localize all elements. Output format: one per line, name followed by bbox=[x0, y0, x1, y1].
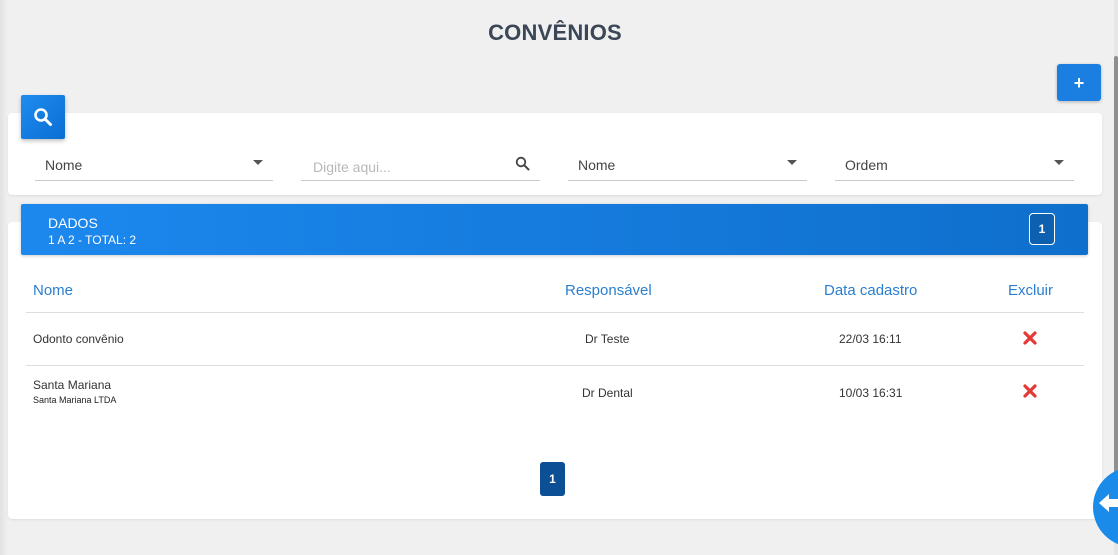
search-toggle-button[interactable] bbox=[21, 95, 65, 139]
page-title: CONVÊNIOS bbox=[488, 20, 622, 45]
sort-field-label: Nome bbox=[578, 157, 616, 173]
column-header-data-cadastro[interactable]: Data cadastro bbox=[824, 282, 917, 299]
data-summary: 1 A 2 - TOTAL: 2 bbox=[48, 233, 137, 247]
search-icon[interactable] bbox=[515, 156, 530, 171]
left-shadow bbox=[0, 0, 8, 555]
row-responsavel: Dr Dental bbox=[582, 386, 633, 400]
dropdown-caret-icon bbox=[253, 160, 263, 165]
search-field[interactable] bbox=[301, 150, 540, 181]
add-button[interactable]: + bbox=[1057, 64, 1101, 101]
header-divider bbox=[26, 312, 1084, 313]
sort-field-select[interactable]: Nome bbox=[568, 150, 807, 181]
back-arrow-icon bbox=[1099, 494, 1118, 512]
search-input[interactable] bbox=[311, 155, 505, 179]
scrollbar-thumb[interactable] bbox=[1114, 56, 1118, 476]
dropdown-caret-icon bbox=[1054, 160, 1064, 165]
page-badge[interactable]: 1 bbox=[1029, 213, 1055, 245]
filter-field-select[interactable]: Nome bbox=[35, 150, 273, 181]
row-data: 10/03 16:31 bbox=[839, 386, 903, 400]
row-name: Santa Mariana bbox=[33, 378, 112, 392]
row-subtitle: Santa Mariana LTDA bbox=[33, 395, 117, 405]
row-name: Odonto convênio bbox=[33, 332, 124, 346]
order-select[interactable]: Ordem bbox=[835, 150, 1074, 181]
column-header-nome[interactable]: Nome bbox=[33, 282, 73, 299]
row-divider bbox=[26, 365, 1084, 366]
row-responsavel: Dr Teste bbox=[585, 332, 630, 346]
order-label: Ordem bbox=[845, 157, 888, 173]
delete-x-icon[interactable] bbox=[1022, 383, 1038, 399]
delete-x-icon[interactable] bbox=[1022, 330, 1038, 346]
data-title: DADOS bbox=[48, 215, 98, 231]
data-header: DADOS 1 A 2 - TOTAL: 2 1 bbox=[21, 204, 1088, 255]
column-header-responsavel[interactable]: Responsável bbox=[565, 282, 652, 299]
dropdown-caret-icon bbox=[787, 160, 797, 165]
row-data: 22/03 16:11 bbox=[839, 332, 902, 346]
filter-field-label: Nome bbox=[45, 157, 83, 173]
search-icon bbox=[34, 108, 52, 126]
pagination-page-button[interactable]: 1 bbox=[540, 462, 565, 496]
column-header-excluir: Excluir bbox=[1008, 282, 1054, 299]
